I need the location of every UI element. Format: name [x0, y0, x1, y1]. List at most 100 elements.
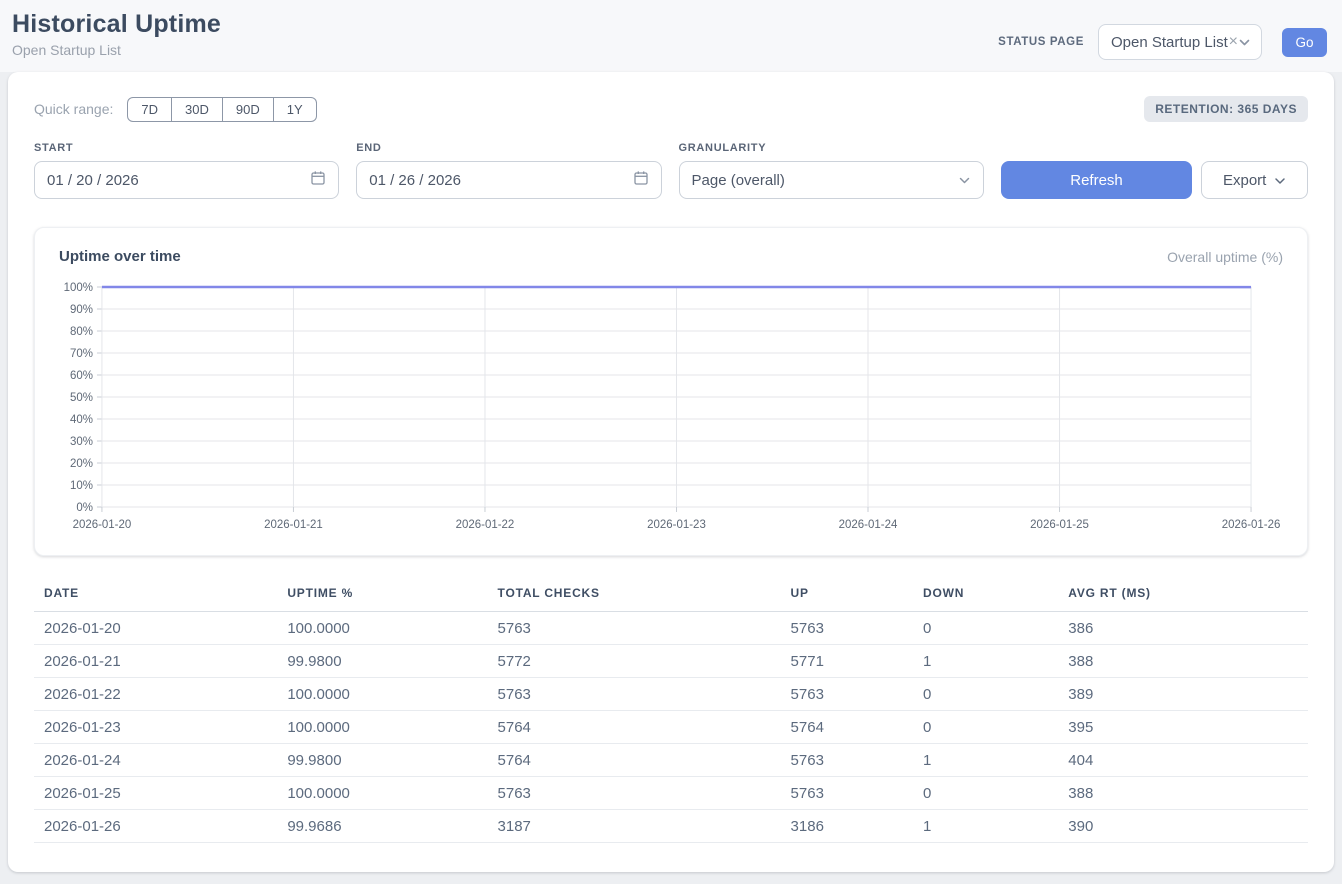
svg-text:40%: 40% — [70, 414, 93, 426]
clear-icon[interactable]: × — [1229, 34, 1238, 50]
svg-text:2026-01-23: 2026-01-23 — [647, 519, 706, 531]
end-field: END 01 / 26 / 2026 — [356, 142, 661, 199]
table-cell: 2026-01-25 — [34, 777, 277, 810]
calendar-icon[interactable] — [310, 170, 326, 190]
table-cell: 2026-01-20 — [34, 612, 277, 645]
table-cell: 5772 — [488, 645, 781, 678]
granularity-field: GRANULARITY Page (overall) — [679, 142, 984, 199]
table-cell: 3187 — [488, 810, 781, 843]
table-cell: 100.0000 — [277, 678, 487, 711]
svg-text:2026-01-25: 2026-01-25 — [1030, 519, 1089, 531]
quick-range-30d-button[interactable]: 30D — [172, 97, 223, 122]
start-date-value: 01 / 20 / 2026 — [47, 172, 139, 189]
main-panel: Quick range: 7D30D90D1Y RETENTION: 365 D… — [8, 72, 1334, 872]
table-cell: 389 — [1058, 678, 1308, 711]
table-cell: 404 — [1058, 744, 1308, 777]
chart-card: Uptime over time Overall uptime (%) 100%… — [34, 227, 1308, 556]
table-cell: 0 — [913, 711, 1058, 744]
table-cell: 2026-01-24 — [34, 744, 277, 777]
export-button[interactable]: Export — [1201, 161, 1308, 199]
table-cell: 386 — [1058, 612, 1308, 645]
table-cell: 5764 — [781, 711, 913, 744]
table-cell: 5764 — [488, 744, 781, 777]
quick-range-row: Quick range: 7D30D90D1Y RETENTION: 365 D… — [34, 96, 1308, 122]
svg-text:80%: 80% — [70, 326, 93, 338]
topbar: Historical Uptime Open Startup List STAT… — [0, 0, 1342, 72]
status-page-select[interactable]: Open Startup List × — [1098, 24, 1262, 60]
uptime-chart: 100%90%80%70%60%50%40%30%20%10%0%2026-01… — [59, 279, 1283, 535]
granularity-label: GRANULARITY — [679, 142, 984, 154]
chart-title: Uptime over time — [59, 248, 181, 265]
table-cell: 5763 — [488, 777, 781, 810]
table-cell: 1 — [913, 810, 1058, 843]
uptime-table: DATEUPTIME %TOTAL CHECKSUPDOWNAVG RT (MS… — [34, 580, 1308, 843]
table-cell: 395 — [1058, 711, 1308, 744]
granularity-select[interactable]: Page (overall) — [679, 161, 984, 199]
table-cell: 99.9800 — [277, 744, 487, 777]
end-label: END — [356, 142, 661, 154]
svg-text:50%: 50% — [70, 392, 93, 404]
table-cell: 5763 — [781, 744, 913, 777]
chevron-down-icon — [958, 172, 971, 189]
svg-text:60%: 60% — [70, 370, 93, 382]
table-row: 2026-01-23100.0000576457640395 — [34, 711, 1308, 744]
table-cell: 3186 — [781, 810, 913, 843]
table-cell: 2026-01-22 — [34, 678, 277, 711]
start-field: START 01 / 20 / 2026 — [34, 142, 339, 199]
status-page-value: Open Startup List — [1111, 34, 1228, 51]
table-cell: 0 — [913, 777, 1058, 810]
svg-text:2026-01-26: 2026-01-26 — [1222, 519, 1281, 531]
page-title: Historical Uptime — [12, 10, 221, 39]
export-label: Export — [1223, 172, 1266, 189]
table-cell: 100.0000 — [277, 777, 487, 810]
svg-text:30%: 30% — [70, 436, 93, 448]
refresh-button[interactable]: Refresh — [1001, 161, 1193, 199]
table-cell: 5771 — [781, 645, 913, 678]
page-subtitle: Open Startup List — [12, 42, 221, 58]
table-row: 2026-01-20100.0000576357630386 — [34, 612, 1308, 645]
quick-range-label: Quick range: — [34, 101, 113, 117]
table-row: 2026-01-2699.9686318731861390 — [34, 810, 1308, 843]
quick-range-1y-button[interactable]: 1Y — [274, 97, 317, 122]
start-date-input[interactable]: 01 / 20 / 2026 — [34, 161, 339, 199]
svg-text:20%: 20% — [70, 458, 93, 470]
svg-text:0%: 0% — [76, 502, 93, 514]
table-body: 2026-01-20100.00005763576303862026-01-21… — [34, 612, 1308, 843]
quick-range-90d-button[interactable]: 90D — [223, 97, 274, 122]
table-header-cell: TOTAL CHECKS — [488, 580, 781, 612]
svg-text:70%: 70% — [70, 348, 93, 360]
table-cell: 5763 — [488, 678, 781, 711]
chevron-down-icon — [1274, 172, 1286, 189]
table-cell: 100.0000 — [277, 612, 487, 645]
table-cell: 5764 — [488, 711, 781, 744]
chart-legend: Overall uptime (%) — [1167, 249, 1283, 265]
table-row: 2026-01-25100.0000576357630388 — [34, 777, 1308, 810]
table-cell: 5763 — [488, 612, 781, 645]
calendar-icon[interactable] — [633, 170, 649, 190]
controls-row: START 01 / 20 / 2026 END 01 / 26 / 2026 — [34, 142, 1308, 199]
svg-text:90%: 90% — [70, 304, 93, 316]
quick-range-7d-button[interactable]: 7D — [127, 97, 172, 122]
chart-header: Uptime over time Overall uptime (%) — [59, 248, 1283, 265]
table-header-cell: DOWN — [913, 580, 1058, 612]
table-cell: 388 — [1058, 777, 1308, 810]
table-cell: 388 — [1058, 645, 1308, 678]
chevron-down-icon — [1238, 38, 1251, 47]
table-row: 2026-01-2199.9800577257711388 — [34, 645, 1308, 678]
table-cell: 2026-01-23 — [34, 711, 277, 744]
table-cell: 1 — [913, 645, 1058, 678]
table-cell: 0 — [913, 678, 1058, 711]
table-cell: 5763 — [781, 612, 913, 645]
table-header-row: DATEUPTIME %TOTAL CHECKSUPDOWNAVG RT (MS… — [34, 580, 1308, 612]
go-button[interactable]: Go — [1282, 28, 1327, 57]
status-page-label: STATUS PAGE — [998, 36, 1084, 48]
table-cell: 5763 — [781, 777, 913, 810]
end-date-input[interactable]: 01 / 26 / 2026 — [356, 161, 661, 199]
svg-text:2026-01-21: 2026-01-21 — [264, 519, 323, 531]
table-header-cell: UP — [781, 580, 913, 612]
table-cell: 1 — [913, 744, 1058, 777]
start-label: START — [34, 142, 339, 154]
svg-text:2026-01-24: 2026-01-24 — [839, 519, 898, 531]
table-header-cell: DATE — [34, 580, 277, 612]
retention-badge: RETENTION: 365 DAYS — [1144, 96, 1308, 122]
